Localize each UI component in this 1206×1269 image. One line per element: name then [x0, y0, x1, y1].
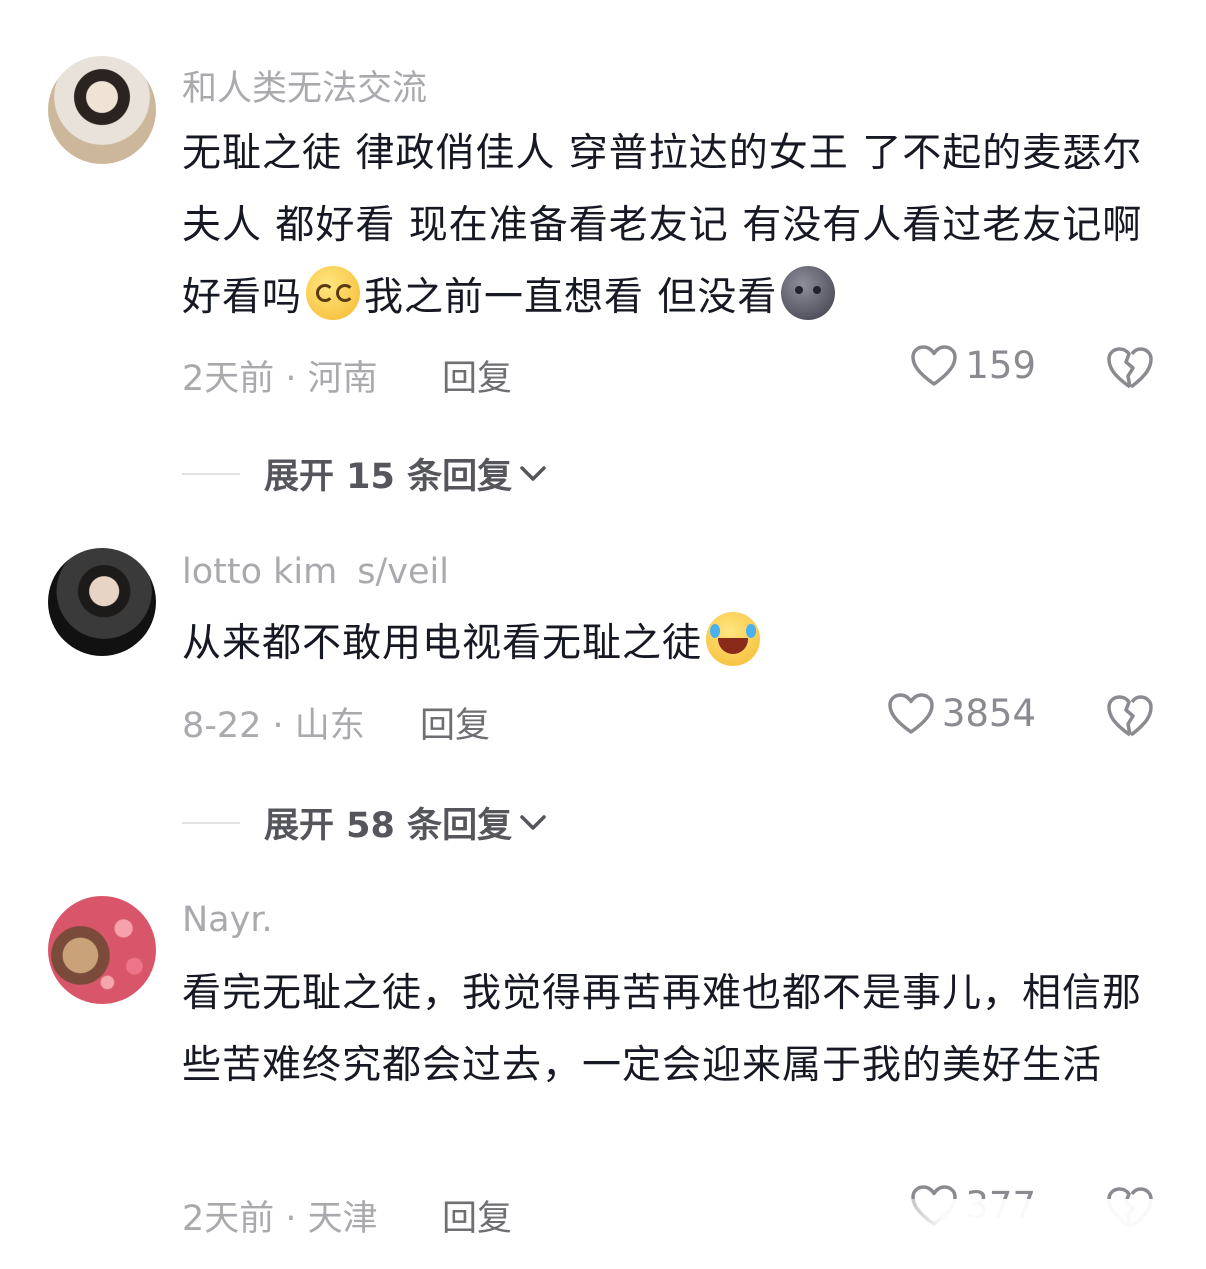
user-tag: s/veil — [357, 552, 449, 592]
expand-replies-button[interactable]: 展开 15 条回复 — [182, 448, 548, 499]
username[interactable]: lotto kim s/veil — [182, 552, 449, 592]
comment-text-part: 看完无耻之徒，我觉得再苦再难也都不是事儿，相信那些苦难终究都会过去，一定会迎来属… — [182, 971, 1143, 1088]
username-text[interactable]: Nayr. — [182, 900, 273, 940]
comment-text-part: 从来都不敢用电视看无耻之徒 — [182, 621, 703, 666]
username-text[interactable]: lotto kim — [182, 552, 337, 592]
heart-icon — [911, 344, 958, 386]
loudly-laughing-face-emoji-icon — [706, 612, 761, 666]
expand-replies-label[interactable]: 展开 58 条回复 — [264, 797, 512, 848]
divider-line — [182, 821, 240, 824]
avatar[interactable] — [48, 56, 156, 164]
comment-text: 从来都不敢用电视看无耻之徒 — [182, 608, 1162, 680]
reply-button[interactable]: 回复 — [442, 350, 512, 401]
comment-text-part: 我之前一直想看 但没看 — [364, 275, 778, 320]
chevron-down-icon — [520, 465, 546, 481]
like-button[interactable]: 159 — [911, 344, 1036, 387]
heart-icon — [888, 692, 934, 734]
username-text[interactable]: 和人类无法交流 — [182, 69, 427, 109]
reply-button[interactable]: 回复 — [420, 697, 490, 748]
reply-button[interactable]: 回复 — [442, 1190, 512, 1241]
comment-text: 无耻之徒 律政俏佳人 穿普拉达的女王 了不起的麦瑟尔夫人 都好看 现在准备看老友… — [182, 118, 1162, 334]
avatar[interactable] — [48, 548, 156, 656]
broken-heart-dislike-icon[interactable] — [1106, 694, 1154, 738]
dizzy-face-emoji-icon — [306, 266, 361, 320]
like-count: 159 — [965, 344, 1036, 387]
time-location: 2天前 · 河南 — [182, 359, 378, 399]
comment-text: 看完无耻之徒，我觉得再苦再难也都不是事儿，相信那些苦难终究都会过去，一定会迎来属… — [182, 958, 1162, 1102]
watermark-overlay — [876, 1199, 1206, 1269]
time-location: 8-22 · 山东 — [182, 706, 365, 746]
expand-replies-label[interactable]: 展开 15 条回复 — [264, 448, 512, 499]
username[interactable]: 和人类无法交流 — [182, 60, 427, 111]
like-count: 3854 — [941, 692, 1036, 735]
expand-replies-button[interactable]: 展开 58 条回复 — [182, 797, 548, 848]
username[interactable]: Nayr. — [182, 900, 273, 940]
broken-heart-dislike-icon[interactable] — [1106, 346, 1154, 390]
time-location: 2天前 · 天津 — [182, 1199, 378, 1239]
like-button[interactable]: 3854 — [888, 692, 1036, 735]
chevron-down-icon — [520, 814, 546, 830]
divider-line — [182, 472, 240, 475]
new-moon-face-emoji-icon — [781, 266, 836, 320]
avatar[interactable] — [48, 896, 156, 1004]
